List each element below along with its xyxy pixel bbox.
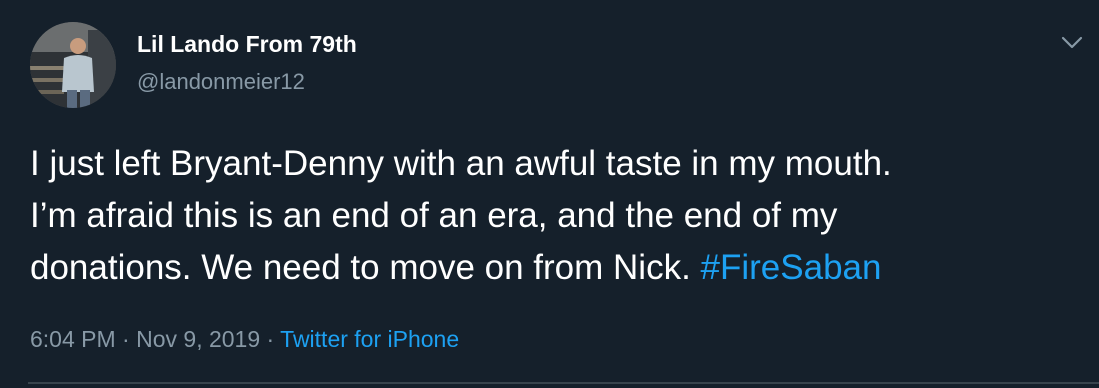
meta-separator: ·: [115, 326, 137, 352]
tweet-date[interactable]: Nov 9, 2019: [136, 326, 260, 352]
source-link[interactable]: Twitter for iPhone: [280, 326, 459, 352]
divider: [28, 382, 1099, 384]
tweet-meta: 6:04 PM · Nov 9, 2019 · Twitter for iPho…: [30, 326, 459, 353]
meta-separator: ·: [260, 326, 281, 352]
tweet-text-line-3: donations. We need to move on from Nick.…: [30, 242, 1080, 294]
tweet-card: Lil Lando From 79th @landonmeier12 I jus…: [0, 0, 1099, 388]
chevron-down-icon[interactable]: [1058, 28, 1086, 56]
display-name[interactable]: Lil Lando From 79th: [137, 31, 357, 58]
tweet-text: I just left Bryant-Denny with an awful t…: [30, 138, 1080, 294]
hashtag-link[interactable]: #FireSaban: [701, 248, 882, 287]
tweet-text-line-1: I just left Bryant-Denny with an awful t…: [30, 144, 892, 183]
tweet-text-line-3-text: donations. We need to move on from Nick.: [30, 248, 701, 287]
tweet-text-line-2: I’m afraid this is an end of an era, and…: [30, 196, 838, 235]
tweet-time[interactable]: 6:04 PM: [30, 326, 116, 352]
avatar-image: [30, 22, 116, 108]
avatar[interactable]: [30, 22, 116, 108]
user-handle[interactable]: @landonmeier12: [137, 69, 305, 95]
